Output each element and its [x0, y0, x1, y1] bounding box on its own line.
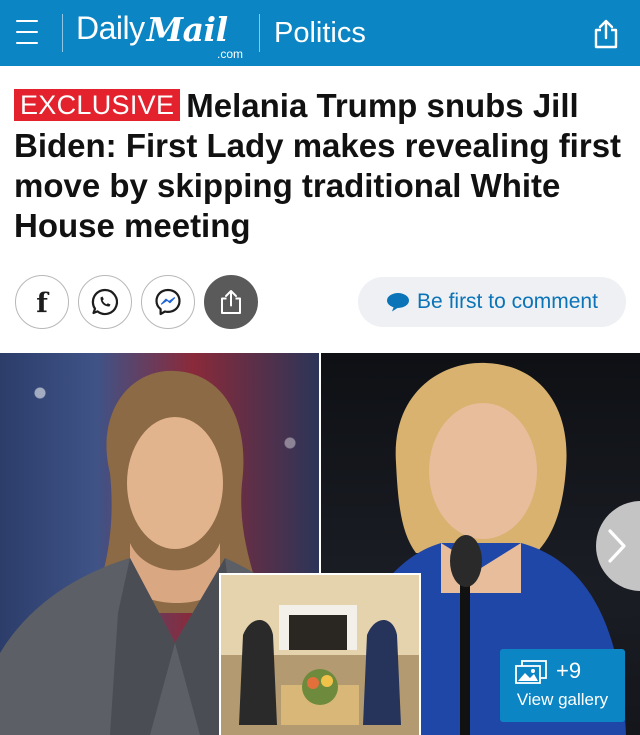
comments-label: Be first to comment: [417, 290, 598, 313]
logo-dotcom: .com: [217, 47, 244, 61]
whatsapp-share-button[interactable]: [78, 275, 132, 329]
site-header: DailyMail .com Politics: [0, 0, 640, 66]
room-illustration: [221, 575, 419, 735]
share-icon[interactable]: [592, 19, 620, 49]
photo-stack-icon: [515, 660, 547, 684]
facebook-icon: f: [36, 287, 48, 319]
chevron-right-icon: [608, 529, 626, 563]
gallery-count: +9: [556, 658, 582, 683]
exclusive-badge: EXCLUSIVE: [14, 89, 181, 121]
whatsapp-icon: [91, 288, 119, 316]
article-headline: EXCLUSIVE Melania Trump snubs Jill Biden:…: [14, 86, 630, 246]
article-hero-image[interactable]: +9 View gallery: [0, 353, 640, 735]
section-title[interactable]: Politics: [274, 17, 366, 50]
comments-button[interactable]: Be first to comment: [358, 277, 626, 327]
header-divider: [259, 14, 260, 52]
share-icon: [221, 290, 241, 314]
gallery-label: View gallery: [516, 690, 609, 709]
photo-oval-office-meeting[interactable]: [219, 573, 421, 735]
logo-mail: Mail: [146, 10, 228, 49]
share-button[interactable]: [204, 275, 258, 329]
logo-daily: Daily: [76, 10, 145, 46]
messenger-share-button[interactable]: [141, 275, 195, 329]
speech-bubble-icon: [387, 293, 410, 312]
facebook-share-button[interactable]: f: [15, 275, 69, 329]
site-logo[interactable]: DailyMail .com: [76, 10, 243, 61]
header-divider: [62, 14, 63, 52]
messenger-icon: [155, 288, 181, 316]
hamburger-menu-icon[interactable]: [16, 20, 38, 44]
view-gallery-button[interactable]: +9 View gallery: [500, 649, 625, 722]
